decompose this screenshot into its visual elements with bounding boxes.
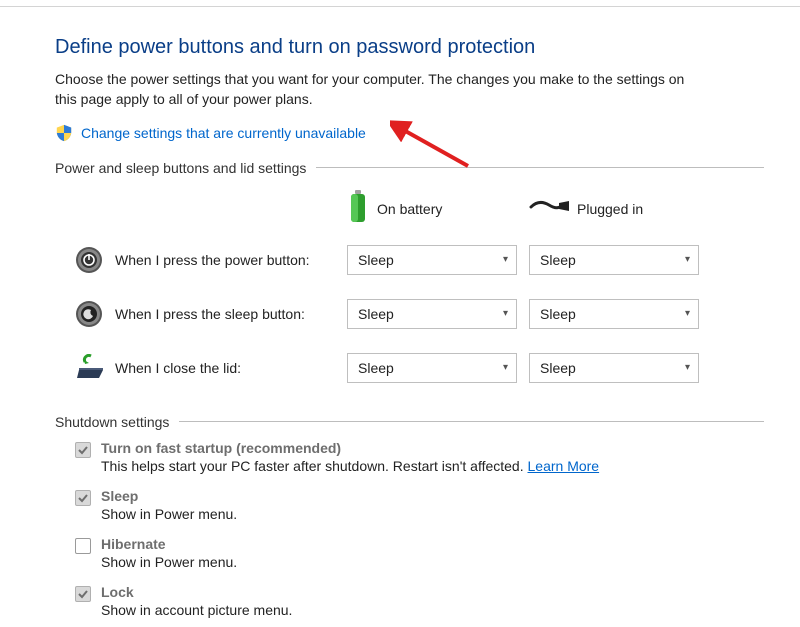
section-divider xyxy=(179,421,764,422)
power-button-plugged-select[interactable]: Sleep ▾ xyxy=(529,245,699,275)
section-header-shutdown: Shutdown settings xyxy=(55,414,169,430)
hibernate-option-title: Hibernate xyxy=(101,536,237,552)
lid-battery-select[interactable]: Sleep ▾ xyxy=(347,353,517,383)
combo-value: Sleep xyxy=(358,252,394,268)
page-title: Define power buttons and turn on passwor… xyxy=(55,36,764,59)
lock-option-title: Lock xyxy=(101,584,292,600)
fast-startup-title: Turn on fast startup (recommended) xyxy=(101,440,599,456)
change-unavailable-settings-link[interactable]: Change settings that are currently unava… xyxy=(81,125,366,141)
fast-startup-checkbox xyxy=(75,442,91,458)
sleep-option-desc: Show in Power menu. xyxy=(101,506,237,522)
sleep-checkbox xyxy=(75,490,91,506)
page-description: Choose the power settings that you want … xyxy=(55,69,695,110)
hibernate-option-desc: Show in Power menu. xyxy=(101,554,237,570)
lock-option-desc: Show in account picture menu. xyxy=(101,602,292,618)
combo-value: Sleep xyxy=(358,306,394,322)
section-divider xyxy=(316,167,764,168)
chevron-down-icon: ▾ xyxy=(685,362,690,373)
top-divider xyxy=(0,6,800,7)
power-button-battery-select[interactable]: Sleep ▾ xyxy=(347,245,517,275)
column-header-battery: On battery xyxy=(377,201,442,217)
row-label-sleep: When I press the sleep button: xyxy=(115,306,305,322)
sleep-button-battery-select[interactable]: Sleep ▾ xyxy=(347,299,517,329)
lock-checkbox xyxy=(75,586,91,602)
learn-more-link[interactable]: Learn More xyxy=(528,458,600,474)
uac-shield-icon xyxy=(55,124,73,142)
combo-value: Sleep xyxy=(540,252,576,268)
battery-icon xyxy=(347,190,369,227)
hibernate-checkbox xyxy=(75,538,91,554)
fast-startup-desc: This helps start your PC faster after sh… xyxy=(101,458,599,474)
sleep-button-icon xyxy=(75,300,103,328)
row-label-lid: When I close the lid: xyxy=(115,360,241,376)
column-header-plugged: Plugged in xyxy=(577,201,643,217)
row-label-power: When I press the power button: xyxy=(115,252,310,268)
lid-plugged-select[interactable]: Sleep ▾ xyxy=(529,353,699,383)
combo-value: Sleep xyxy=(358,360,394,376)
chevron-down-icon: ▾ xyxy=(503,254,508,265)
sleep-option-title: Sleep xyxy=(101,488,237,504)
power-button-icon xyxy=(75,246,103,274)
combo-value: Sleep xyxy=(540,360,576,376)
chevron-down-icon: ▾ xyxy=(685,254,690,265)
chevron-down-icon: ▾ xyxy=(503,362,508,373)
section-header-buttons: Power and sleep buttons and lid settings xyxy=(55,160,306,176)
plug-icon xyxy=(529,197,569,220)
chevron-down-icon: ▾ xyxy=(685,308,690,319)
sleep-button-plugged-select[interactable]: Sleep ▾ xyxy=(529,299,699,329)
combo-value: Sleep xyxy=(540,306,576,322)
chevron-down-icon: ▾ xyxy=(503,308,508,319)
close-lid-icon xyxy=(75,354,103,382)
